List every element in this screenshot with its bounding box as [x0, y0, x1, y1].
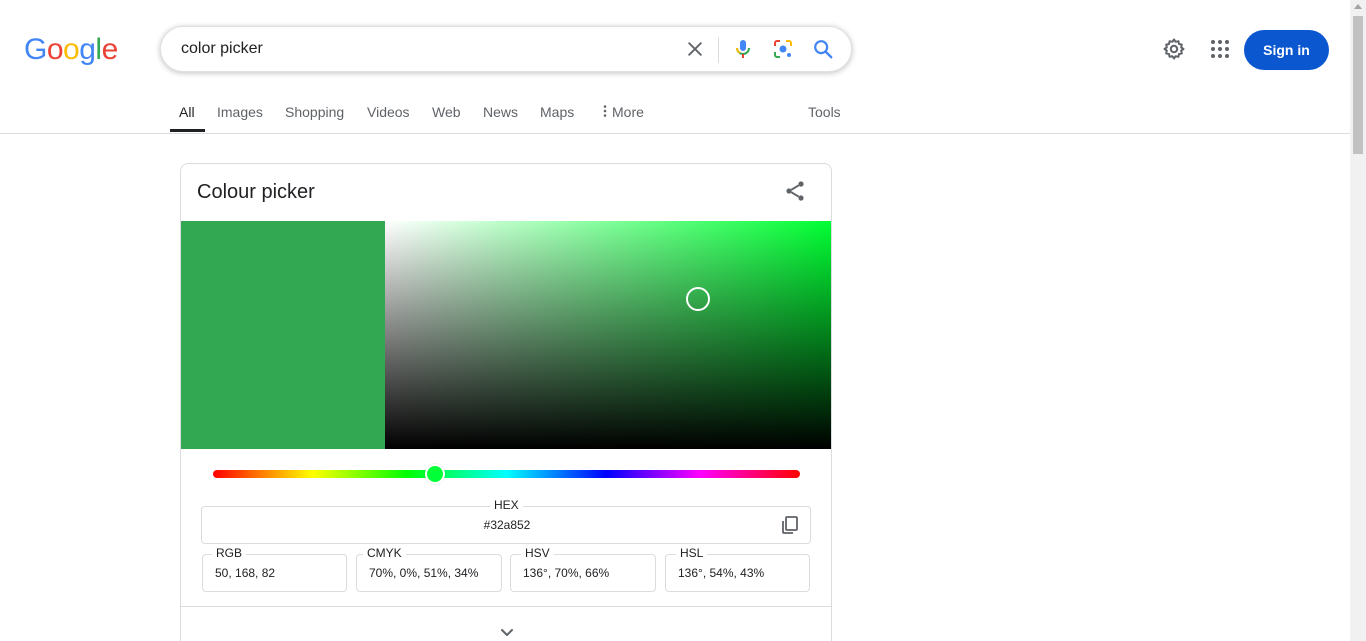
scroll-up-arrow-icon[interactable]	[1354, 4, 1362, 9]
rgb-input[interactable]	[215, 555, 343, 591]
search-tabs: All Images Shopping Videos Web News Maps…	[0, 92, 1350, 134]
tab-news[interactable]: News	[483, 104, 518, 120]
google-logo[interactable]: Google	[24, 33, 118, 67]
hsv-field: HSV	[510, 546, 656, 592]
color-picker-card: Colour picker HEX RGB CMYK HSV	[180, 163, 832, 641]
tools-button[interactable]: Tools	[808, 104, 841, 120]
card-title: Colour picker	[197, 181, 315, 203]
tab-videos[interactable]: Videos	[367, 104, 410, 120]
chevron-down-icon[interactable]	[497, 623, 517, 641]
page-scrollbar[interactable]	[1350, 0, 1366, 641]
logo-letter: o	[63, 33, 80, 66]
search-box	[160, 26, 852, 72]
tab-images[interactable]: Images	[217, 104, 263, 120]
apps-icon[interactable]	[1208, 37, 1232, 61]
logo-letter: o	[46, 33, 64, 66]
hsl-field: HSL	[665, 546, 810, 592]
settings-icon[interactable]	[1162, 37, 1186, 61]
hex-input[interactable]	[202, 507, 812, 543]
logo-letter: G	[24, 33, 47, 66]
tab-maps[interactable]: Maps	[540, 104, 574, 120]
sign-in-button[interactable]: Sign in	[1244, 30, 1329, 70]
close-icon[interactable]	[683, 37, 707, 61]
search-divider	[718, 37, 719, 63]
copy-icon[interactable]	[780, 515, 800, 535]
hue-slider[interactable]	[213, 470, 800, 478]
lens-icon[interactable]	[771, 37, 795, 61]
mic-icon[interactable]	[731, 37, 755, 61]
saturation-value-area[interactable]	[385, 221, 831, 449]
saturation-value-handle[interactable]	[685, 286, 710, 311]
cmyk-field: CMYK	[356, 546, 502, 592]
tab-shopping[interactable]: Shopping	[285, 104, 344, 120]
logo-letter: g	[79, 33, 96, 66]
tab-all[interactable]: All	[179, 104, 195, 120]
share-icon[interactable]	[783, 179, 807, 203]
card-divider	[181, 606, 831, 607]
hsv-input[interactable]	[523, 555, 653, 591]
search-icon[interactable]	[811, 37, 835, 61]
tab-more[interactable]: More	[600, 104, 644, 120]
tab-web[interactable]: Web	[432, 104, 461, 120]
selected-color-swatch	[181, 221, 385, 449]
hsl-input[interactable]	[678, 555, 806, 591]
rgb-field: RGB	[202, 546, 347, 592]
scroll-thumb[interactable]	[1353, 16, 1363, 154]
search-input[interactable]	[181, 27, 661, 71]
cmyk-input[interactable]	[369, 555, 499, 591]
hex-field: HEX	[201, 498, 812, 544]
active-tab-indicator	[170, 129, 205, 132]
tab-more-label: More	[612, 104, 644, 120]
hue-slider-handle[interactable]	[424, 464, 445, 484]
logo-letter: e	[101, 33, 119, 66]
more-vert-icon	[603, 105, 607, 117]
